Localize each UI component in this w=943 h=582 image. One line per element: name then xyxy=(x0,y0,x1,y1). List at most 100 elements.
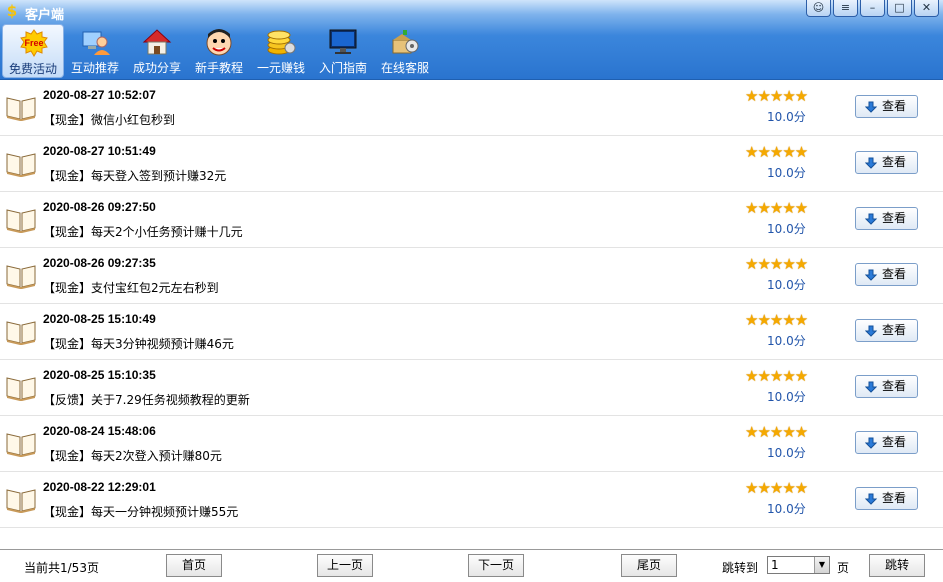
chat-button[interactable]: ☺ xyxy=(806,0,831,17)
item-title[interactable]: 【现金】支付宝红包2元左右秒到 xyxy=(43,279,219,296)
rating-score: 10.0分 xyxy=(767,166,806,180)
view-button[interactable]: 查看 xyxy=(855,151,918,174)
open-book-icon xyxy=(6,153,36,177)
box-gear-icon xyxy=(392,30,419,54)
view-button-label: 查看 xyxy=(882,491,907,505)
view-button[interactable]: 查看 xyxy=(855,263,918,286)
rating-stars: ★★★★★ xyxy=(745,199,808,217)
page-select[interactable]: 1 ▼ xyxy=(767,556,830,574)
view-button-label: 查看 xyxy=(882,267,907,281)
tool-label: 互动推荐 xyxy=(70,61,119,74)
page-info: 当前共1/53页 xyxy=(24,561,99,575)
item-date: 2020-08-27 10:51:49 xyxy=(43,144,156,158)
tool-tutorial[interactable]: 新手教程 xyxy=(188,24,250,78)
download-arrow-icon xyxy=(865,437,877,449)
item-date: 2020-08-24 15:48:06 xyxy=(43,424,156,438)
rating-score: 10.0分 xyxy=(767,222,806,236)
view-button[interactable]: 查看 xyxy=(855,319,918,342)
item-title[interactable]: 【现金】每天登入签到预计赚32元 xyxy=(43,167,226,184)
tool-guide[interactable]: 入门指南 xyxy=(312,24,374,78)
item-date: 2020-08-25 15:10:35 xyxy=(43,368,156,382)
item-title[interactable]: 【反馈】关于7.29任务视频教程的更新 xyxy=(43,391,250,408)
tool-label: 新手教程 xyxy=(194,61,243,74)
next-page-button[interactable]: 下一页 xyxy=(468,554,524,577)
list-item: 2020-08-26 09:27:35 【现金】支付宝红包2元左右秒到 ★★★★… xyxy=(0,248,943,304)
list-item: 2020-08-27 10:51:49 【现金】每天登入签到预计赚32元 ★★★… xyxy=(0,136,943,192)
rating-score: 10.0分 xyxy=(767,446,806,460)
view-button-label: 查看 xyxy=(882,323,907,337)
view-button[interactable]: 查看 xyxy=(855,207,918,230)
open-book-icon xyxy=(6,433,36,457)
page-unit: 页 xyxy=(837,561,850,575)
rating-stars: ★★★★★ xyxy=(745,255,808,273)
open-book-icon xyxy=(6,489,36,513)
tool-label: 在线客服 xyxy=(380,61,429,74)
view-button-label: 查看 xyxy=(882,379,907,393)
item-date: 2020-08-27 10:52:07 xyxy=(43,88,156,102)
rating-score: 10.0分 xyxy=(767,390,806,404)
view-button-label: 查看 xyxy=(882,155,907,169)
download-arrow-icon xyxy=(865,269,877,281)
item-date: 2020-08-22 12:29:01 xyxy=(43,480,156,494)
item-title[interactable]: 【现金】每天2个小任务预计赚十几元 xyxy=(43,223,243,240)
minimize-button[interactable]: – xyxy=(860,0,885,17)
rating-score: 10.0分 xyxy=(767,502,806,516)
house-icon xyxy=(142,29,172,55)
view-button-label: 查看 xyxy=(882,435,907,449)
item-date: 2020-08-26 09:27:50 xyxy=(43,200,156,214)
tool-label: 入门指南 xyxy=(318,61,367,74)
rating-score: 10.0分 xyxy=(767,110,806,124)
view-button[interactable]: 查看 xyxy=(855,431,918,454)
open-book-icon xyxy=(6,265,36,289)
monitor-icon xyxy=(329,29,357,54)
tool-label: 成功分享 xyxy=(132,61,181,74)
page-select-value: 1 xyxy=(771,558,779,572)
item-date: 2020-08-25 15:10:49 xyxy=(43,312,156,326)
download-arrow-icon xyxy=(865,157,877,169)
view-button[interactable]: 查看 xyxy=(855,95,918,118)
tool-earn[interactable]: 一元赚钱 xyxy=(250,24,312,78)
rating-stars: ★★★★★ xyxy=(745,479,808,497)
open-book-icon xyxy=(6,97,36,121)
chevron-down-icon[interactable]: ▼ xyxy=(814,557,829,573)
pagination-bar: 当前共1/53页 首页 上一页 下一页 尾页 跳转到 1 ▼ 页 跳转 xyxy=(0,549,943,582)
main-toolbar: Free 免费活动 互动推荐 成功分享 新手教程 一元赚钱 入门指南 在线客服 xyxy=(0,24,436,80)
view-button[interactable]: 查看 xyxy=(855,487,918,510)
rating-stars: ★★★★★ xyxy=(745,87,808,105)
tool-support[interactable]: 在线客服 xyxy=(374,24,436,78)
free-icon: Free xyxy=(20,29,48,57)
download-arrow-icon xyxy=(865,101,877,113)
tool-label: 一元赚钱 xyxy=(256,61,305,74)
menu-button[interactable]: ≡ xyxy=(833,0,858,17)
download-arrow-icon xyxy=(865,325,877,337)
view-button[interactable]: 查看 xyxy=(855,375,918,398)
go-button[interactable]: 跳转 xyxy=(869,554,925,577)
item-title[interactable]: 【现金】每天3分钟视频预计赚46元 xyxy=(43,335,234,352)
rating-stars: ★★★★★ xyxy=(745,143,808,161)
rating-score: 10.0分 xyxy=(767,278,806,292)
item-title[interactable]: 【现金】微信小红包秒到 xyxy=(43,111,175,128)
tool-share[interactable]: 成功分享 xyxy=(126,24,188,78)
download-arrow-icon xyxy=(865,213,877,225)
window-controls: ☺ ≡ – □ ✕ xyxy=(806,0,939,17)
download-arrow-icon xyxy=(865,381,877,393)
item-title[interactable]: 【现金】每天一分钟视频预计赚55元 xyxy=(43,503,238,520)
tool-recommend[interactable]: 互动推荐 xyxy=(64,24,126,78)
list-item: 2020-08-22 12:29:01 【现金】每天一分钟视频预计赚55元 ★★… xyxy=(0,472,943,528)
face-icon xyxy=(206,29,232,56)
app-logo-icon: $ xyxy=(6,2,18,20)
maximize-button[interactable]: □ xyxy=(887,0,912,17)
view-button-label: 查看 xyxy=(882,99,907,113)
first-page-button[interactable]: 首页 xyxy=(166,554,222,577)
open-book-icon xyxy=(6,377,36,401)
list-item: 2020-08-27 10:52:07 【现金】微信小红包秒到 ★★★★★ 10… xyxy=(0,80,943,136)
rating-stars: ★★★★★ xyxy=(745,423,808,441)
item-date: 2020-08-26 09:27:35 xyxy=(43,256,156,270)
rating-stars: ★★★★★ xyxy=(745,311,808,329)
computer-user-icon xyxy=(82,31,110,55)
close-button[interactable]: ✕ xyxy=(914,0,939,17)
prev-page-button[interactable]: 上一页 xyxy=(317,554,373,577)
item-title[interactable]: 【现金】每天2次登入预计赚80元 xyxy=(43,447,222,464)
tool-free[interactable]: Free 免费活动 xyxy=(2,24,64,78)
last-page-button[interactable]: 尾页 xyxy=(621,554,677,577)
